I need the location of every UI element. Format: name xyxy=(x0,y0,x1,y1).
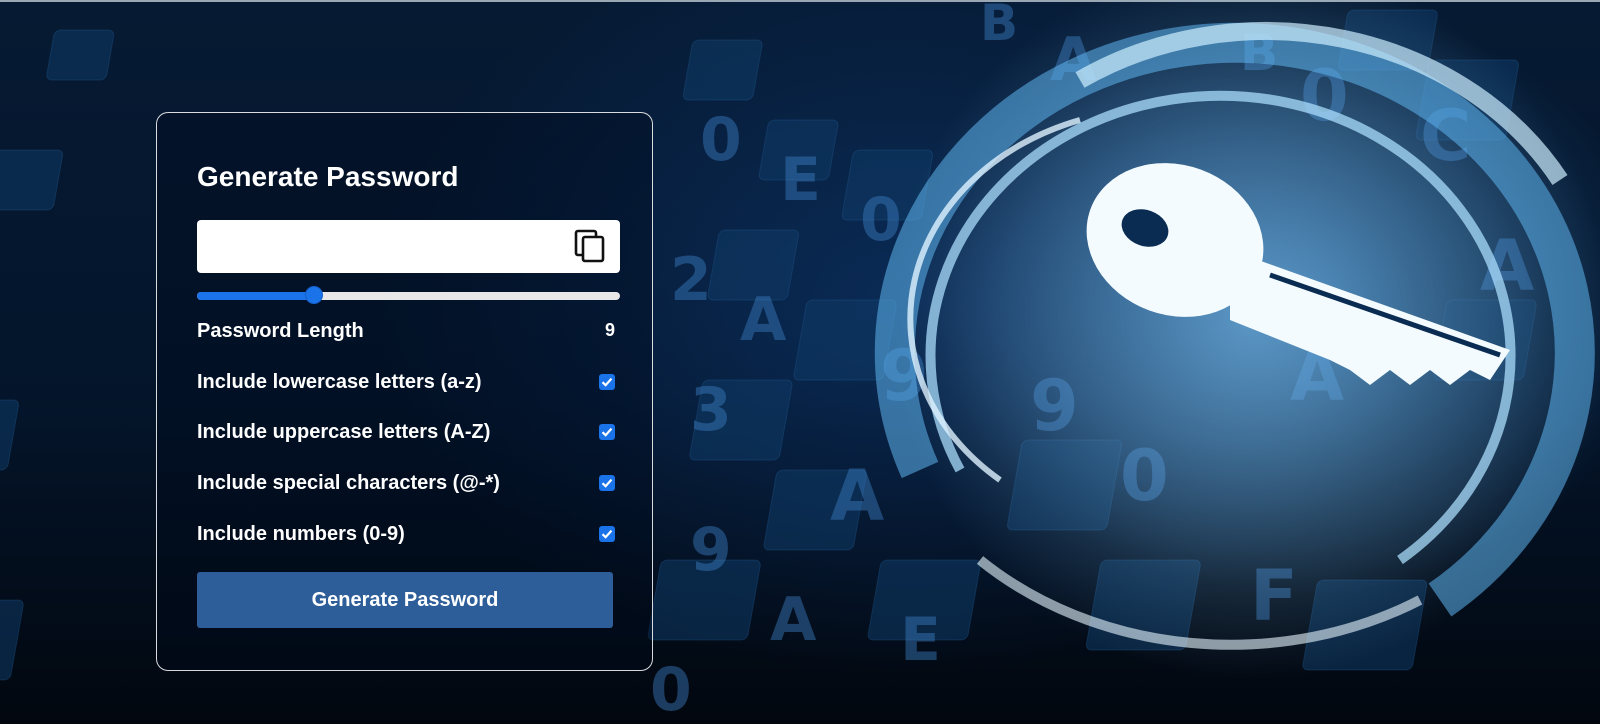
checkmark-icon xyxy=(601,529,613,539)
svg-text:2: 2 xyxy=(670,245,712,315)
svg-text:0: 0 xyxy=(650,655,692,724)
lowercase-checkbox[interactable] xyxy=(599,374,615,390)
option-numbers-label: Include numbers (0-9) xyxy=(197,523,405,545)
option-special[interactable]: Include special characters (@-*) xyxy=(197,470,615,498)
svg-text:B: B xyxy=(980,0,1018,52)
checkmark-icon xyxy=(601,478,613,488)
uppercase-checkbox[interactable] xyxy=(599,424,615,440)
password-generator-card: Generate Password Password Length 9 Incl… xyxy=(156,112,653,671)
checkmark-icon xyxy=(601,427,613,437)
password-length-row: Password Length 9 xyxy=(197,318,615,346)
card-title: Generate Password xyxy=(197,161,459,192)
svg-text:E: E xyxy=(900,605,941,675)
option-special-label: Include special characters (@-*) xyxy=(197,472,500,494)
password-output-box xyxy=(197,220,620,273)
svg-text:A: A xyxy=(830,455,884,537)
generate-password-button[interactable]: Generate Password xyxy=(197,572,613,628)
special-checkbox[interactable] xyxy=(599,475,615,491)
option-numbers[interactable]: Include numbers (0-9) xyxy=(197,521,615,549)
svg-text:E: E xyxy=(780,145,821,215)
svg-text:A: A xyxy=(770,585,817,655)
svg-text:A: A xyxy=(740,285,787,355)
svg-text:3: 3 xyxy=(690,375,732,445)
option-lowercase[interactable]: Include lowercase letters (a-z) xyxy=(197,369,615,397)
option-lowercase-label: Include lowercase letters (a-z) xyxy=(197,371,482,393)
password-length-value: 9 xyxy=(604,320,615,340)
option-uppercase[interactable]: Include uppercase letters (A-Z) xyxy=(197,419,615,447)
svg-text:9: 9 xyxy=(690,515,732,585)
slider-thumb[interactable] xyxy=(304,286,323,304)
checkmark-icon xyxy=(601,377,613,387)
option-uppercase-label: Include uppercase letters (A-Z) xyxy=(197,421,491,443)
length-slider[interactable] xyxy=(197,286,620,306)
svg-text:0: 0 xyxy=(700,105,742,175)
copy-icon[interactable] xyxy=(574,229,606,263)
password-length-label: Password Length xyxy=(197,320,364,342)
numbers-checkbox[interactable] xyxy=(599,526,615,542)
password-output-field[interactable] xyxy=(207,228,561,266)
slider-fill xyxy=(197,292,314,300)
